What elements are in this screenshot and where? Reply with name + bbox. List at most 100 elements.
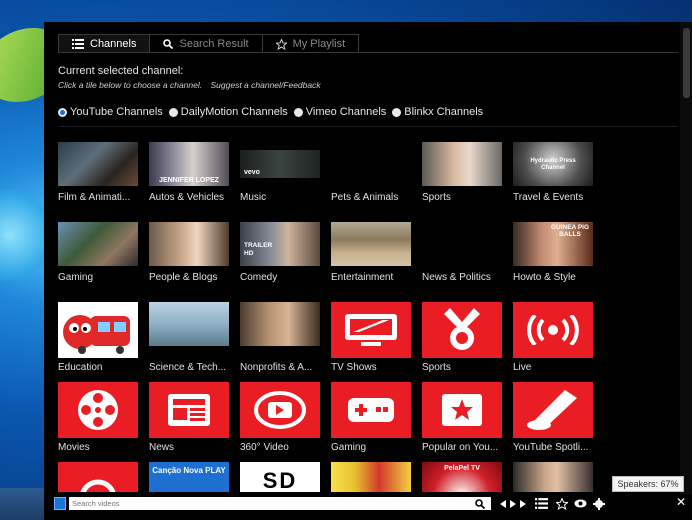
channel-tile[interactable]: vevo Music xyxy=(240,142,326,218)
next-button[interactable] xyxy=(520,497,526,510)
thumbnail-caption: SD xyxy=(262,468,298,492)
channel-tile[interactable]: GUINEA PIG BALLS Howto & Style xyxy=(513,222,599,298)
channel-tile[interactable] xyxy=(331,462,417,492)
tile-label: Howto & Style xyxy=(513,272,576,283)
radio-dot xyxy=(293,107,303,117)
tab-channels[interactable]: Channels xyxy=(58,34,151,53)
channel-tile[interactable]: TV Shows xyxy=(331,302,417,378)
channel-tile[interactable]: Nonprofits & A... xyxy=(240,302,326,378)
tile-icon-bg xyxy=(331,382,411,438)
channel-tile[interactable]: Canção Nova PLAY xyxy=(149,462,235,492)
radio-dailymotion[interactable]: DailyMotion Channels xyxy=(168,106,288,118)
tile-icon-bg xyxy=(422,302,502,358)
close-icon[interactable]: ✕ xyxy=(676,495,686,509)
source-radio-group: YouTube Channels DailyMotion Channels Vi… xyxy=(58,106,489,118)
thumbnail-image xyxy=(149,222,229,266)
tile-label: Autos & Vehicles xyxy=(149,192,225,203)
previous-button[interactable] xyxy=(500,497,506,510)
tile-label: Sports xyxy=(422,362,451,373)
tile-icon-bg xyxy=(513,302,593,358)
channel-tile[interactable] xyxy=(58,462,144,492)
channel-tile[interactable]: PelaPel TV xyxy=(422,462,508,492)
newspaper-icon xyxy=(168,394,210,426)
scrollbar[interactable] xyxy=(680,22,692,494)
tile-icon-bg xyxy=(58,382,138,438)
channel-tile[interactable]: JENNIFER LOPEZ Autos & Vehicles xyxy=(149,142,235,218)
channel-tile[interactable]: Live xyxy=(513,302,599,378)
tab-divider xyxy=(58,52,678,53)
channel-tile[interactable]: News & Politics xyxy=(422,222,508,298)
channel-tile[interactable]: Education xyxy=(58,302,144,378)
tile-label: Science & Tech... xyxy=(149,362,227,373)
spotlight-icon xyxy=(527,390,577,430)
search-button[interactable] xyxy=(473,497,487,510)
radio-blinkx[interactable]: Blinkx Channels xyxy=(392,106,483,118)
channels-list-button[interactable] xyxy=(535,497,548,510)
tile-icon-bg xyxy=(422,382,502,438)
tile-label: YouTube Spotli... xyxy=(513,442,589,453)
scrollbar-thumb[interactable] xyxy=(683,28,690,98)
list-icon xyxy=(72,39,84,49)
tile-label: Popular on You... xyxy=(422,442,499,453)
star-icon xyxy=(556,497,568,510)
app-icon[interactable] xyxy=(54,497,66,510)
channel-tile[interactable]: Gaming xyxy=(58,222,144,298)
radio-youtube[interactable]: YouTube Channels xyxy=(58,106,163,118)
playlist-star-button[interactable] xyxy=(556,497,568,510)
channel-tile[interactable]: People & Blogs xyxy=(149,222,235,298)
gear-icon xyxy=(593,497,605,510)
film-reel-icon xyxy=(78,390,118,430)
tile-label: Film & Animati... xyxy=(58,192,131,203)
thumbnail-image xyxy=(58,142,138,186)
thumbnail-image xyxy=(149,302,229,346)
channel-tile[interactable]: Entertainment xyxy=(331,222,417,298)
thumbnail-image: JENNIFER LOPEZ xyxy=(149,142,229,186)
tab-search-result[interactable]: Search Result xyxy=(149,34,263,53)
thumbnail-caption: GUINEA PIG BALLS xyxy=(550,224,590,238)
channel-tile[interactable]: Sports xyxy=(422,142,508,218)
thumbnail-image xyxy=(240,302,320,346)
channel-tile[interactable]: 360° Video xyxy=(240,382,326,458)
tile-label: Education xyxy=(58,362,103,373)
thumbnail-caption: Hydraulic Press Channel xyxy=(530,158,576,171)
view-button[interactable] xyxy=(574,497,587,510)
channel-tile[interactable]: Science & Tech... xyxy=(149,302,235,378)
settings-button[interactable] xyxy=(593,497,605,510)
tile-icon-bg xyxy=(513,382,593,438)
channel-tile[interactable]: Hydraulic Press Channel Travel & Events xyxy=(513,142,599,218)
channel-tile[interactable]: Gaming xyxy=(331,382,417,458)
channel-tile[interactable]: Sports xyxy=(422,302,508,378)
channel-tile[interactable]: Movies xyxy=(58,382,144,458)
thumbnail-image: SD xyxy=(240,462,320,492)
channel-tile[interactable]: Popular on You... xyxy=(422,382,508,458)
channel-tile[interactable]: YouTube Spotli... xyxy=(513,382,599,458)
tab-bar: Channels Search Result My Playlist xyxy=(58,34,360,53)
channel-tile[interactable]: News xyxy=(149,382,235,458)
channel-tile[interactable] xyxy=(513,462,599,492)
tile-label: Travel & Events xyxy=(513,192,584,203)
tab-label: Search Result xyxy=(179,38,249,50)
tile-label: Movies xyxy=(58,442,90,453)
hint-text: Click a tile below to choose a channel. … xyxy=(58,80,327,90)
gamepad-icon xyxy=(348,398,394,422)
search-input[interactable] xyxy=(69,497,491,510)
tile-label: Nonprofits & A... xyxy=(240,362,313,373)
tile-icon-bg xyxy=(240,382,320,438)
thumbnail-caption: Canção Nova PLAY xyxy=(152,466,226,475)
tile-label: Sports xyxy=(422,192,451,203)
thumbnail-image xyxy=(513,462,593,492)
thumbnail-image xyxy=(331,462,411,492)
channel-tile[interactable]: SD xyxy=(240,462,326,492)
suggest-channel-link[interactable]: Suggest a channel/Feedback xyxy=(211,80,321,90)
tab-label: Channels xyxy=(90,38,137,50)
play-button[interactable] xyxy=(510,497,516,510)
radio-label: DailyMotion Channels xyxy=(180,106,288,118)
play-icon xyxy=(510,499,516,508)
star-badge-icon xyxy=(442,394,482,426)
channel-tile[interactable]: TRAILER HD Comedy xyxy=(240,222,326,298)
tab-my-playlist[interactable]: My Playlist xyxy=(261,34,360,53)
channel-tile[interactable]: Pets & Animals xyxy=(331,142,417,218)
channel-tile[interactable]: Film & Animati... xyxy=(58,142,144,218)
radio-dot xyxy=(392,107,402,117)
radio-vimeo[interactable]: Vimeo Channels xyxy=(293,106,386,118)
